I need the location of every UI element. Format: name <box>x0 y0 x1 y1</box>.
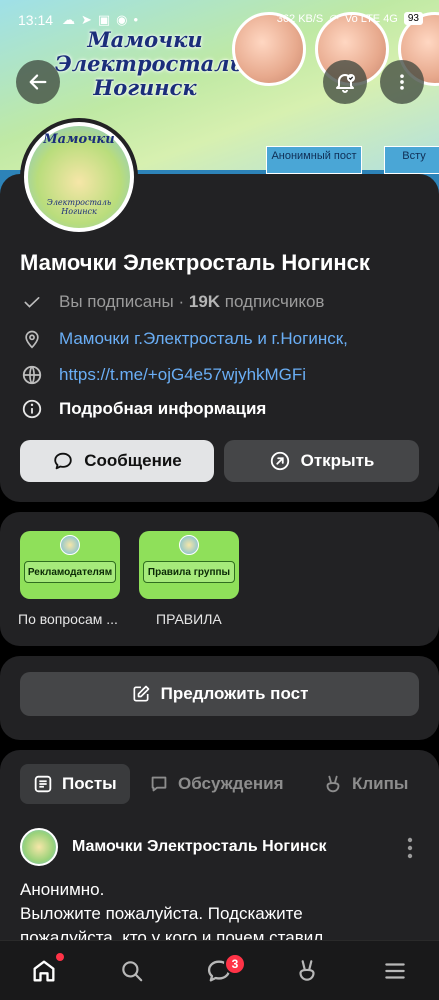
message-button-label: Сообщение <box>84 451 182 470</box>
more-vertical-icon <box>400 74 404 90</box>
messages-badge: 3 <box>224 953 246 975</box>
battery-icon: 93 <box>403 12 423 25</box>
notifications-button[interactable] <box>323 60 367 104</box>
separator: · <box>173 292 189 311</box>
nav-menu[interactable] <box>379 955 411 987</box>
details-row[interactable]: Подробная информация <box>20 397 266 421</box>
description-row[interactable]: Мамочки г.Электросталь и г.Ногинск, <box>20 327 348 351</box>
link-tile-rules[interactable]: Правила группы <box>139 531 239 599</box>
tile-text: Правила группы <box>143 561 235 583</box>
subscribed-label: Вы подписаны <box>59 292 174 311</box>
home-notification-dot <box>56 953 64 961</box>
tab-posts[interactable]: Посты <box>20 764 130 804</box>
chat-bubble-icon <box>54 452 72 470</box>
post-author-avatar[interactable] <box>20 828 58 866</box>
arrow-left-icon <box>29 74 47 90</box>
group-description-link[interactable]: Мамочки г.Электросталь и г.Ногинск, <box>59 329 348 349</box>
post-author-name[interactable]: Мамочки Электросталь Ногинск <box>72 838 327 856</box>
more-menu-button[interactable] <box>380 60 424 104</box>
status-icons: 362 KB/S ◠ Vo LTE 4G 93 <box>277 12 423 25</box>
details-label[interactable]: Подробная информация <box>59 399 266 419</box>
menu-icon <box>385 963 405 979</box>
edit-icon <box>133 685 149 702</box>
clips-icon <box>326 775 340 793</box>
suggest-post-label: Предложить пост <box>160 684 309 703</box>
open-button[interactable]: Открыть <box>224 440 419 482</box>
avatar-logo: Мамочки Электросталь Ногинск <box>28 126 130 228</box>
tab-clips-label: Клипы <box>352 774 409 793</box>
search-icon <box>122 961 143 982</box>
message-button[interactable]: Сообщение <box>20 440 214 482</box>
open-external-icon <box>270 451 289 471</box>
network-speed: 362 KB/S <box>276 12 324 25</box>
link-caption-advertisers[interactable]: По вопросам ... <box>18 611 118 627</box>
discussion-icon <box>151 776 167 792</box>
nav-clips[interactable] <box>291 955 323 987</box>
more-vertical-icon <box>407 837 413 859</box>
bottom-navigation: 3 <box>0 940 439 1000</box>
group-avatar[interactable]: Мамочки Электросталь Ногинск <box>20 118 138 236</box>
status-bar: 13:14 ☁➤▣◉• 362 KB/S ◠ Vo LTE 4G 93 <box>0 0 439 40</box>
cover-tag-join: Всту <box>384 146 439 174</box>
link-caption-rules[interactable]: ПРАВИЛА <box>156 611 222 627</box>
tile-logo <box>60 535 80 555</box>
subscribers-label: подписчиков <box>220 292 325 311</box>
bell-check-icon <box>336 74 355 93</box>
check-icon <box>20 290 44 314</box>
subscribers-count: 19K <box>188 292 221 311</box>
tab-clips[interactable]: Клипы <box>322 764 408 804</box>
notification-icons: ☁➤▣◉• <box>62 12 145 27</box>
home-icon <box>33 960 55 982</box>
location-pin-icon <box>20 327 44 351</box>
nav-home[interactable] <box>28 955 60 987</box>
globe-icon <box>20 363 44 387</box>
back-button[interactable] <box>16 60 60 104</box>
tab-discussions-label: Обсуждения <box>178 774 284 793</box>
document-icon <box>34 775 52 793</box>
clips-icon <box>299 960 315 981</box>
subscription-row: Вы подписаны · 19K подписчиков <box>20 290 324 314</box>
link-tile-advertisers[interactable]: Рекламодателям <box>20 531 120 599</box>
suggest-post-button[interactable]: Предложить пост <box>20 672 419 716</box>
group-name: Мамочки Электросталь Ногинск <box>20 250 370 275</box>
info-icon <box>20 397 44 421</box>
wifi-icon: ◠ <box>329 13 339 25</box>
tile-logo <box>179 535 199 555</box>
open-button-label: Открыть <box>300 451 375 470</box>
post-more-button[interactable] <box>402 836 418 860</box>
tile-text: Рекламодателям <box>24 561 116 583</box>
nav-search[interactable] <box>116 955 148 987</box>
tab-discussions[interactable]: Обсуждения <box>148 764 284 804</box>
status-time: 13:14 <box>18 12 54 28</box>
cover-tag-anonymous: Анонимный пост <box>266 146 362 174</box>
website-row[interactable]: https://t.me/+ojG4e57wjyhkMGFi <box>20 363 306 387</box>
website-link[interactable]: https://t.me/+ojG4e57wjyhkMGFi <box>59 365 306 385</box>
network-type: Vo LTE 4G <box>344 12 398 25</box>
tab-posts-label: Посты <box>62 774 117 793</box>
